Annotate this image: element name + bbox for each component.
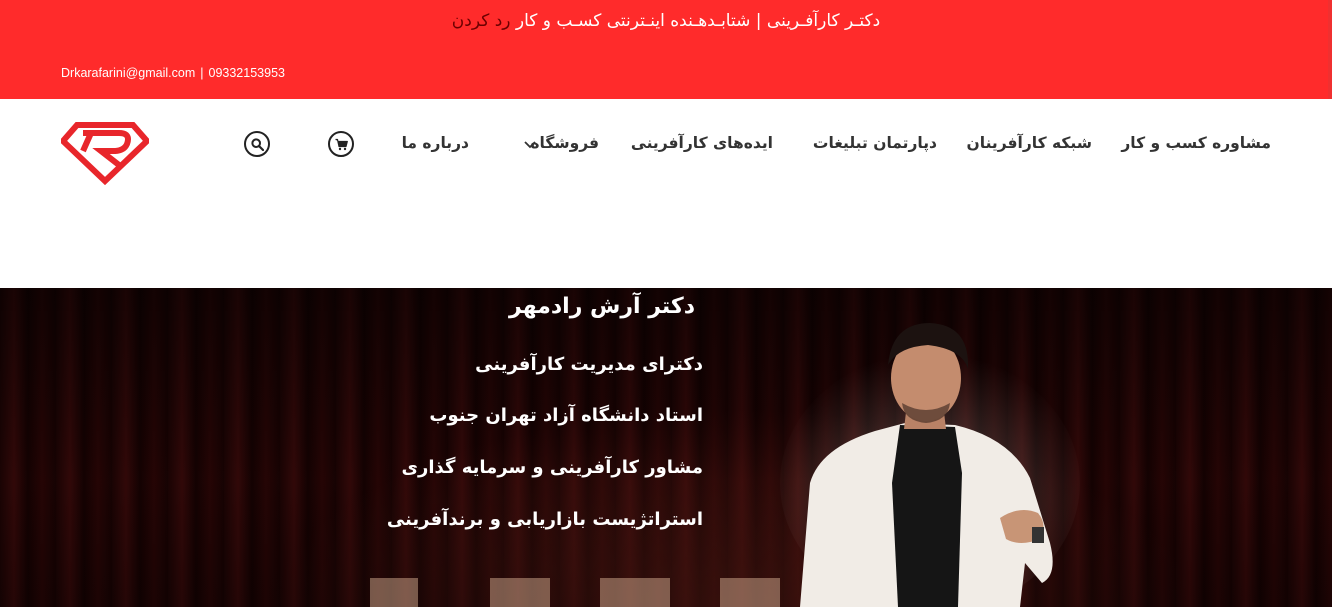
nav-item-advertising-department[interactable]: دپارتمان تبلیغات (813, 134, 937, 152)
hero-credential-line: استاد دانشگاه آزاد تهران جنوب (429, 405, 703, 426)
nav-item-business-consulting[interactable]: مشاوره کسب و کار (1121, 134, 1271, 152)
speaker-photo (780, 323, 1080, 607)
main-nav: مشاوره کسب و کار شبکه کارآفرینان دپارتما… (0, 134, 1332, 156)
hero-credential-line: استراتژیست بازاریابی و برندآفرینی (386, 509, 703, 530)
hero-title: دکتر آرش رادمهر (509, 294, 695, 319)
email-link[interactable]: Drkarafarini@gmail.com (61, 66, 195, 80)
tagline-text: دکتـر کارآفـرینی | شتابـدهـنده اینـترنتی… (515, 11, 881, 31)
stage-lights (370, 578, 790, 607)
top-bar: دکتـر کارآفـرینی | شتابـدهـنده اینـترنتی… (0, 0, 1332, 99)
contact-info: Drkarafarini@gmail.com | 09332153953 (61, 66, 285, 80)
contact-separator: | (200, 66, 204, 80)
site-header: مشاوره کسب و کار شبکه کارآفرینان دپارتما… (0, 99, 1332, 288)
hero-banner: دکتر آرش رادمهر دکترای مدیریت کارآفرینی … (0, 288, 1332, 607)
nav-item-entrepreneurship-ideas[interactable]: ایده‌های کارآفرینی (631, 134, 773, 152)
hero-background-overlay (0, 288, 1332, 607)
nav-item-shop-label: فروشگاه (530, 134, 599, 152)
hero-credential-line: مشاور کارآفرینی و سرمایه گذاری (401, 457, 703, 478)
chevron-down-icon[interactable] (524, 140, 536, 150)
scrollbar-edge (1328, 0, 1332, 99)
nav-item-shop[interactable]: فروشگاه (530, 134, 599, 152)
nav-item-about-us[interactable]: درباره ما (402, 134, 469, 152)
phone-link[interactable]: 09332153953 (209, 66, 285, 80)
tagline-accent-text: رد کردن (451, 11, 511, 31)
hero-credential-line: دکترای مدیریت کارآفرینی (475, 354, 703, 375)
nav-item-entrepreneurs-network[interactable]: شبکه کارآفرینان (967, 134, 1092, 152)
site-tagline: دکتـر کارآفـرینی | شتابـدهـنده اینـترنتی… (0, 11, 1332, 31)
